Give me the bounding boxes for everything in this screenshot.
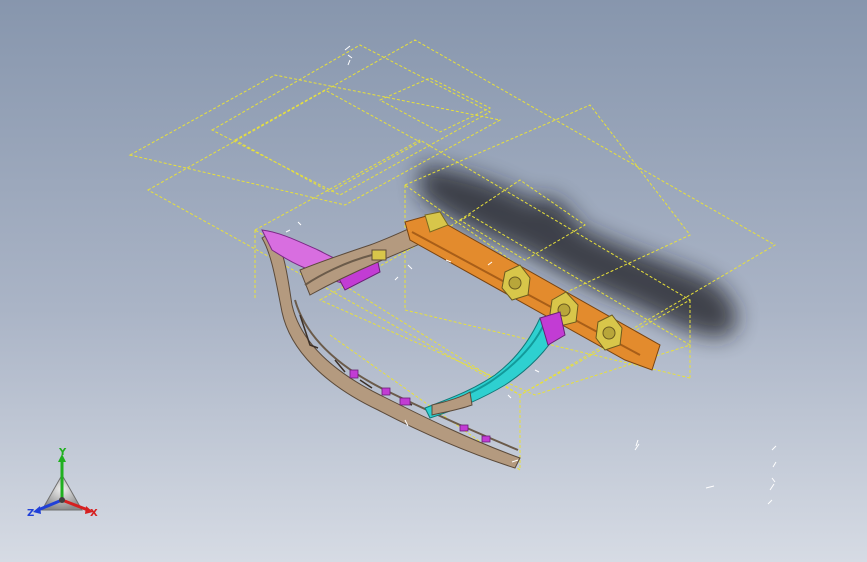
scene-canvas[interactable]: Y X Z bbox=[0, 0, 867, 562]
cad-3d-viewport[interactable]: Y X Z bbox=[0, 0, 867, 562]
x-axis-label: X bbox=[90, 508, 98, 519]
viewport-background bbox=[0, 0, 867, 562]
y-axis-label: Y bbox=[58, 447, 67, 458]
z-axis-label: Z bbox=[27, 508, 34, 519]
